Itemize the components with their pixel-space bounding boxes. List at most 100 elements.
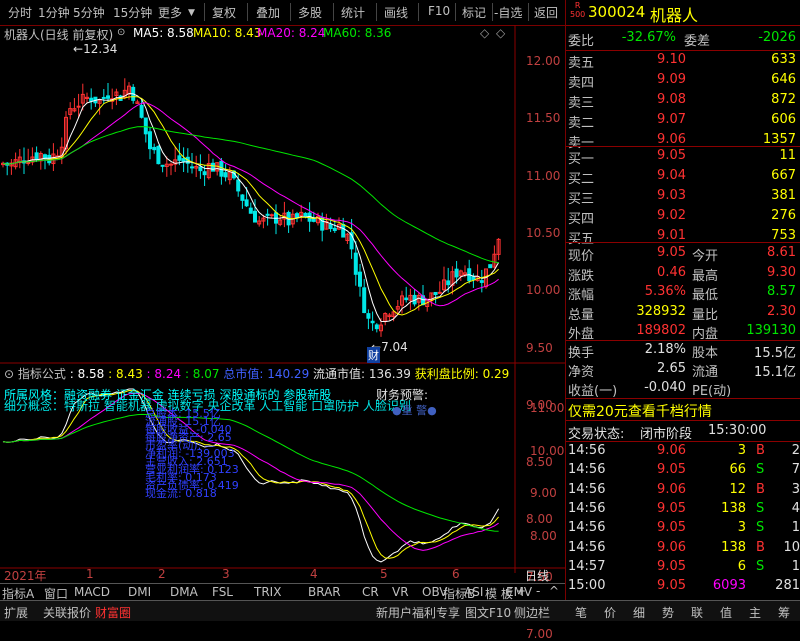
tick-count: 3 — [791, 481, 800, 497]
stat-label: 最高 — [692, 268, 719, 284]
time-tick: 6 — [452, 567, 460, 581]
candle-body — [328, 224, 333, 230]
quote-panel: R 500 300024 机器人 委比 -32.67% 委差 -2026 卖五 9.10 63… — [565, 0, 800, 600]
bottom-tab[interactable]: 关联报价 — [43, 604, 91, 621]
indicator-tick: 9.00 — [530, 486, 557, 500]
tab-more[interactable]: 更多 — [158, 4, 182, 21]
bottom-tab[interactable]: 财富圈 — [95, 604, 131, 621]
indicator-tab[interactable]: TRIX — [254, 585, 281, 599]
stat-label: 最低 — [692, 288, 719, 303]
price-tick: 9.50 — [526, 340, 553, 355]
bid-volume: 276 — [771, 208, 796, 223]
candle-body — [454, 268, 459, 278]
f10-button[interactable]: F10 — [428, 4, 450, 18]
tick-count: 1 — [791, 520, 800, 536]
add-icon[interactable]: + — [516, 584, 526, 598]
trade-time: 15:30:00 — [708, 423, 767, 438]
stat-label: 净资 — [568, 365, 595, 380]
candle-body — [236, 179, 241, 192]
tab-fenshi[interactable]: 分时 — [8, 4, 32, 21]
tick-count: 7 — [791, 462, 800, 478]
quote-side-tab[interactable]: 值 — [720, 604, 732, 621]
settings-icon[interactable]: ⊙ — [117, 27, 125, 38]
stat-label: 流通 — [692, 365, 719, 380]
tick-time: 15:00 — [568, 578, 606, 594]
tick-time: 14:56 — [568, 520, 606, 536]
price-tick: 11.00 — [526, 168, 561, 183]
tick-count: 4 — [791, 500, 800, 516]
stat-value: 2.65 — [657, 361, 686, 376]
stat-label: 涨跌 — [568, 268, 595, 284]
indicator-tab[interactable]: FSL — [212, 585, 233, 599]
candle-body — [211, 162, 215, 172]
tick-side: B — [756, 539, 765, 555]
finance-marker[interactable]: 财 — [367, 347, 380, 363]
period-label[interactable]: 日线 — [525, 567, 549, 584]
diamond-icon[interactable]: ◇ — [480, 26, 489, 40]
bottom-tab[interactable]: 扩展 — [4, 604, 28, 621]
mark-button[interactable]: 标记 — [462, 4, 486, 21]
quote-side-tab[interactable]: 笔 — [575, 604, 587, 621]
quote-side-tab[interactable]: 联 — [691, 604, 703, 621]
chart-toolbar: 分时 1分钟 5分钟 15分钟 更多 ▼ 复权 叠加 多股 统计 画线 F10 … — [0, 0, 565, 26]
indicator-tab[interactable]: VR — [392, 585, 409, 599]
tick-side: B — [756, 481, 765, 497]
ask-price: 9.06 — [657, 132, 686, 147]
stat-value: 9.05 — [657, 245, 686, 260]
ma60-label: MA60: 8.36 — [323, 26, 392, 40]
time-tick: 1 — [86, 567, 94, 581]
chevron-up-icon[interactable]: ^ — [549, 584, 559, 598]
quote-side-tab[interactable]: 价 — [604, 604, 616, 621]
indicator-tab[interactable]: BRAR — [308, 585, 341, 599]
indicator-tab[interactable]: CR — [362, 585, 379, 599]
stat-value: 0.46 — [657, 264, 686, 280]
candle-body — [358, 271, 362, 287]
price-tick: 7.00 — [526, 627, 553, 641]
quote-side-tab[interactable]: 势 — [662, 604, 674, 621]
indicator-collapse-icon[interactable]: ⊙ — [4, 367, 14, 381]
price-tick: 12.00 — [526, 54, 561, 68]
candle-body — [219, 160, 224, 177]
candle-body — [433, 291, 438, 296]
indicator-title[interactable]: 指标公式 — [18, 367, 66, 381]
quote-side-tab[interactable]: 主 — [749, 604, 761, 621]
indicator-tab[interactable]: MACD — [74, 585, 110, 599]
bid-price: 9.03 — [657, 188, 686, 203]
stat-value: 15.5亿 — [754, 346, 796, 361]
multi-stock-button[interactable]: 多股 — [298, 4, 322, 21]
bid-volume: 381 — [771, 188, 796, 203]
add-watchlist-button[interactable]: -自选 — [494, 4, 522, 21]
tick-time: 14:57 — [568, 558, 606, 574]
bottom-tab[interactable]: 图文F10 — [465, 604, 511, 621]
bottom-tab[interactable]: 新用户福利专享 — [376, 604, 460, 621]
minus-icon[interactable]: - — [536, 584, 540, 598]
candle-body — [106, 95, 110, 99]
back-button[interactable]: 返回 — [534, 4, 558, 21]
chevron-down-icon[interactable]: ▼ — [188, 8, 195, 18]
indicator-tab[interactable]: DMI — [128, 585, 151, 599]
quote-side-tab[interactable]: 筹 — [778, 604, 790, 621]
indicator-tab[interactable]: DMA — [170, 585, 198, 599]
stat-label: 换手 — [568, 346, 595, 361]
divider — [333, 3, 334, 21]
collapse-icon[interactable]: ◇ — [496, 26, 505, 40]
stats-button[interactable]: 统计 — [341, 4, 365, 21]
stat-value: 8.57 — [767, 284, 796, 299]
bottom-tab[interactable]: 侧边栏 — [514, 604, 550, 621]
promo-link[interactable]: 仅需20元查看千档行情 — [568, 401, 712, 421]
overlay-button[interactable]: 叠加 — [256, 4, 280, 21]
kline-chart[interactable] — [0, 25, 565, 583]
tab-5min[interactable]: 5分钟 — [73, 4, 105, 21]
tick-count: 10 — [783, 539, 800, 555]
draw-line-button[interactable]: 画线 — [384, 4, 408, 21]
tick-count: 281 — [775, 578, 800, 594]
quote-side-tab[interactable]: 细 — [633, 604, 645, 621]
candle-body — [366, 313, 371, 319]
tick-price: 9.06 — [657, 443, 686, 458]
tab-15min[interactable]: 15分钟 — [113, 4, 152, 21]
candle-body — [101, 96, 106, 99]
tab-1min[interactable]: 1分钟 — [38, 4, 70, 21]
fuquan-button[interactable]: 复权 — [212, 4, 236, 21]
tick-side: S — [756, 520, 765, 536]
candle-body — [353, 252, 358, 275]
